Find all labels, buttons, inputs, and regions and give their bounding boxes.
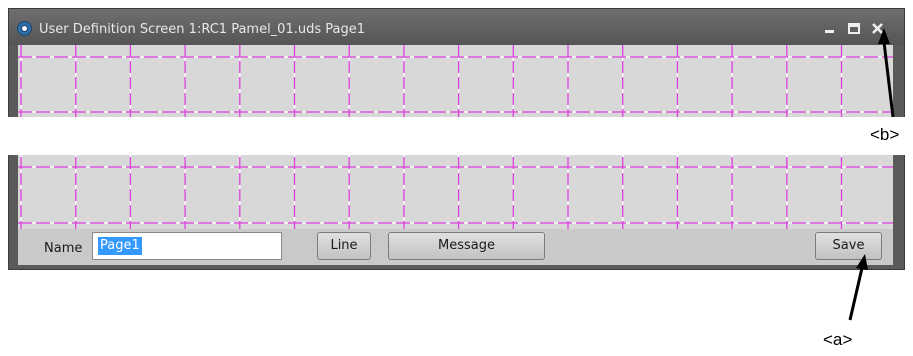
callout-arrows [848, 28, 895, 321]
callout-label-a: <a> [823, 330, 853, 349]
callout-arrow-a [848, 254, 868, 321]
callout-label-b: <b> [870, 125, 900, 144]
callout-arrow-b [878, 28, 895, 118]
